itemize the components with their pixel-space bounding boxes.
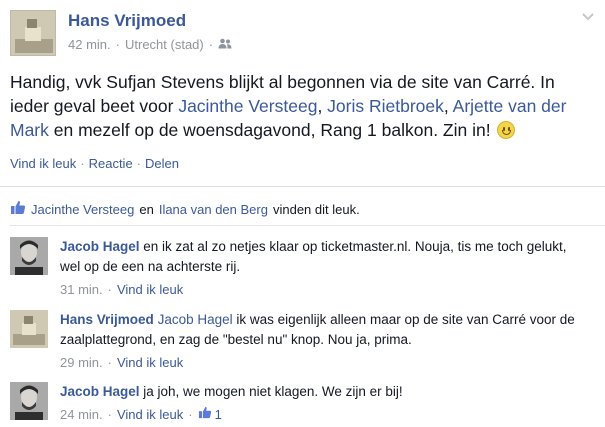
likes-suffix: vinden dit leuk. [272, 201, 360, 217]
meta-separator: · [107, 407, 112, 422]
text-comma: , [317, 96, 328, 116]
comment-text: ja joh, we mogen niet klagen. We zijn er… [139, 384, 403, 399]
comment-meta: 24 min. · Vind ik leuk · 1 [60, 405, 590, 425]
post-text-part: en mezelf op de woensdagavond, Rang 1 ba… [48, 120, 496, 140]
like-count-value: 1 [214, 407, 222, 422]
comment-body: Jacob Hagel ja joh, we mogen niet klagen… [60, 382, 590, 425]
comment-meta: 31 min. · Vind ik leuk [60, 280, 590, 300]
liker-name[interactable]: Jacinthe Versteeg [31, 202, 134, 217]
comment-mention[interactable]: Jacob Hagel [158, 312, 233, 327]
comment-body: Hans Vrijmoed Jacob Hagel ik was eigenli… [60, 310, 590, 373]
avatar[interactable] [10, 382, 48, 420]
avatar[interactable] [10, 310, 48, 348]
action-separator: · [80, 156, 85, 171]
action-separator: · [136, 156, 142, 171]
thumbs-up-icon [10, 200, 26, 218]
likes-summary: Jacinthe Versteeg en Ilana van den Berg … [10, 200, 360, 218]
chevron-down-icon[interactable] [580, 10, 596, 24]
comment-like-button[interactable]: Vind ik leuk [117, 353, 183, 373]
divider [0, 186, 605, 187]
comment-body: Jacob Hagel en ik zat al zo netjes klaar… [60, 237, 590, 300]
meta-separator: · [188, 407, 193, 422]
meta-separator: · [115, 37, 120, 52]
post-meta: 42 min. · Utrecht (stad) · [68, 37, 232, 52]
post-author-name[interactable]: Hans Vrijmoed [68, 11, 186, 31]
post-location[interactable]: Utrecht (stad) [125, 37, 204, 52]
comment-content: Hans Vrijmoed Jacob Hagel ik was eigenli… [60, 310, 590, 350]
tagged-person[interactable]: Joris Rietbroek [327, 96, 444, 116]
comment-time[interactable]: 24 min. [60, 405, 103, 425]
meta-separator: · [208, 37, 214, 52]
thumbs-up-icon [198, 405, 212, 425]
comment-meta: 29 min. · Vind ik leuk [60, 353, 590, 373]
post-actions: Vind ik leuk · Reactie · Delen [10, 156, 179, 171]
comment-author[interactable]: Hans Vrijmoed [60, 312, 154, 327]
meta-separator: · [107, 282, 112, 297]
post-header: Hans Vrijmoed 42 min. · Utrecht (stad) · [10, 8, 600, 58]
smiley-icon [497, 121, 516, 139]
likes-conj: en [139, 201, 154, 217]
author-avatar[interactable] [10, 10, 56, 56]
comment-author[interactable]: Jacob Hagel [60, 239, 140, 254]
post-time[interactable]: 42 min. [68, 37, 111, 52]
comment-author[interactable]: Jacob Hagel [60, 384, 140, 399]
comment-like-count[interactable]: 1 [198, 405, 222, 425]
divider [10, 225, 605, 226]
comment-like-button[interactable]: Vind ik leuk [117, 405, 183, 425]
comment-button[interactable]: Reactie [89, 156, 133, 171]
comment-time[interactable]: 29 min. [60, 353, 103, 373]
comment-like-button[interactable]: Vind ik leuk [117, 280, 183, 300]
post-text: Handig, vvk Sufjan Stevens blijkt al beg… [10, 70, 595, 142]
avatar[interactable] [10, 237, 48, 275]
friends-icon[interactable] [218, 37, 232, 52]
comment-time[interactable]: 31 min. [60, 280, 103, 300]
comment-content: Jacob Hagel en ik zat al zo netjes klaar… [60, 237, 590, 277]
comment-content: Jacob Hagel ja joh, we mogen niet klagen… [60, 382, 590, 402]
text-comma: , [443, 96, 453, 116]
liker-name[interactable]: Ilana van den Berg [159, 202, 268, 217]
like-button[interactable]: Vind ik leuk [10, 156, 76, 171]
tagged-person[interactable]: Jacinthe Versteeg [178, 96, 317, 116]
meta-separator: · [107, 355, 112, 370]
share-button[interactable]: Delen [145, 156, 179, 171]
